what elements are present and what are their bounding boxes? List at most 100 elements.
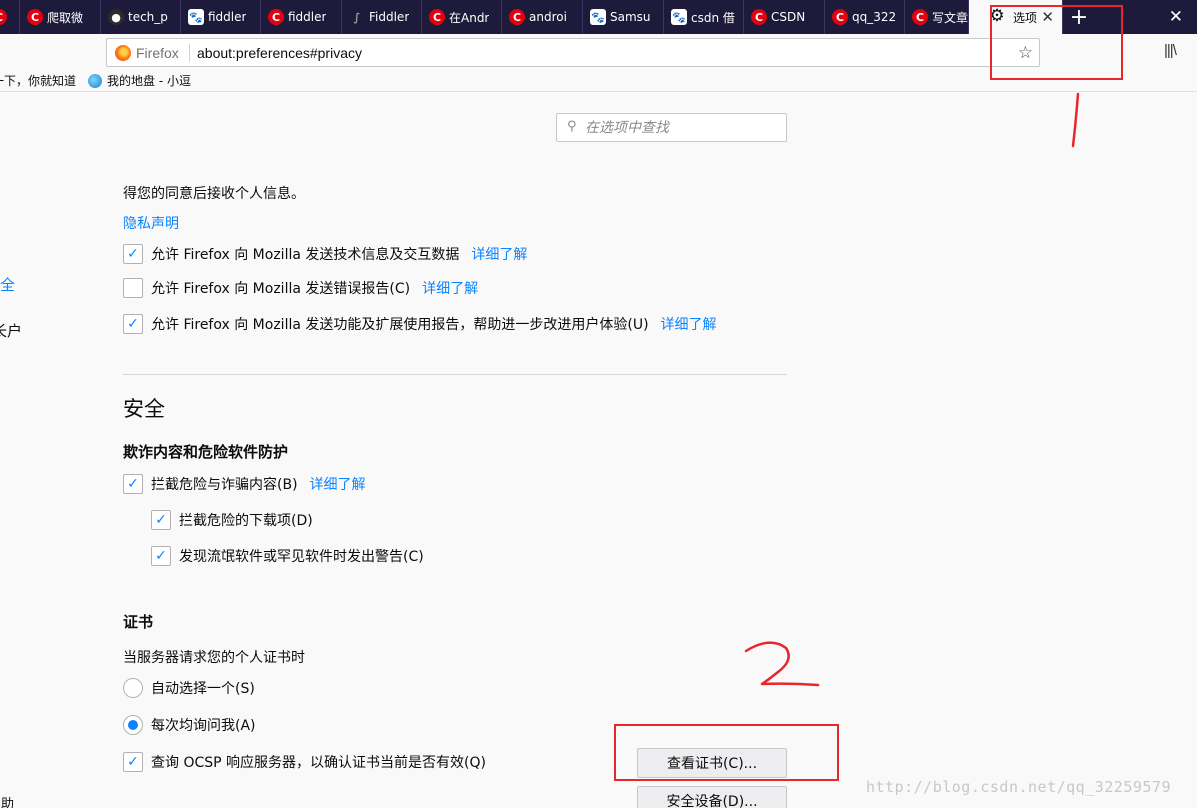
csdn-icon: C (751, 9, 767, 25)
sidebar-item-help[interactable]: 帮助 (0, 793, 14, 808)
annotation-box-1 (990, 5, 1123, 80)
tab-label: Fiddler (369, 10, 410, 24)
tab-label: fiddler (288, 10, 327, 24)
section-divider (123, 374, 787, 375)
url-bar[interactable]: Firefox about:preferences#privacy ☆ (106, 38, 1040, 67)
protection-heading: 欺诈内容和危险软件防护 (123, 443, 289, 461)
search-icon: ⚲ (567, 119, 577, 134)
tab-label: Samsu (610, 10, 651, 24)
baidu-paw-icon: 🐾 (671, 9, 687, 25)
browser-tab[interactable]: 🐾 fiddler (181, 0, 261, 34)
firefox-logo-icon (115, 45, 131, 61)
block-downloads-checkbox-row[interactable]: ✓ 拦截危险的下载项(D) (151, 510, 313, 530)
tab-label: tech_p (128, 10, 168, 24)
csdn-icon: C (509, 9, 525, 25)
tab-label: CSDN (771, 10, 806, 24)
radio-label: 每次均询问我(A) (151, 718, 256, 734)
tab-label: 在Andr (449, 10, 490, 25)
learn-more-link[interactable]: 详细了解 (471, 244, 527, 264)
bookmark-label: 我的地盘 - 小逗 (107, 74, 191, 88)
certificates-heading: 证书 (123, 613, 154, 631)
search-field[interactable]: ⚲ (556, 113, 787, 142)
browser-tab[interactable]: C fiddler (261, 0, 342, 34)
fiddler-icon: ∫ (353, 10, 361, 24)
ocsp-checkbox-row[interactable]: ✓ 查询 OCSP 响应服务器，以确认证书当前是否有效(Q) (123, 752, 486, 772)
csdn-icon: C (27, 9, 43, 25)
privacy-notice-link[interactable]: 隐私声明 (123, 213, 179, 233)
certificate-request-text: 当服务器请求您的个人证书时 (123, 650, 305, 666)
tab-label: csdn 借 (691, 10, 735, 25)
checkbox-label: 允许 Firefox 向 Mozilla 发送技术信息及交互数据 (151, 247, 460, 263)
browser-tab[interactable]: C (0, 0, 20, 34)
checkbox-checked[interactable]: ✓ (123, 314, 143, 334)
tab-label: 写文章 (932, 10, 968, 25)
checkbox-label: 允许 Firefox 向 Mozilla 发送错误报告(C) (151, 281, 411, 297)
sidebar-item-account[interactable]: 长户 (0, 320, 22, 341)
checkbox-checked[interactable]: ✓ (151, 546, 171, 566)
auto-select-radio-row[interactable]: 自动选择一个(S) (123, 678, 255, 698)
globe-icon (88, 73, 103, 88)
checkbox-unchecked[interactable] (123, 278, 143, 298)
radio-selected[interactable] (123, 715, 143, 735)
browser-tab[interactable]: C 爬取微 (20, 0, 101, 34)
browser-tab[interactable]: C 在Andr (422, 0, 502, 34)
github-icon: ● (108, 9, 124, 25)
learn-more-link[interactable]: 详细了解 (661, 314, 717, 334)
identity-label: Firefox (136, 45, 179, 61)
baidu-paw-icon: 🐾 (188, 9, 204, 25)
url-text[interactable]: about:preferences#privacy (197, 45, 362, 61)
checkbox-label: 查询 OCSP 响应服务器，以确认证书当前是否有效(Q) (151, 755, 486, 771)
security-heading: 安全 (123, 397, 165, 421)
library-icon[interactable]: |||\ (1164, 42, 1177, 59)
baidu-paw-icon: 🐾 (590, 9, 606, 25)
browser-tab[interactable]: C CSDN (744, 0, 825, 34)
tab-label: androi (529, 10, 567, 24)
tab-label: fiddler (208, 10, 247, 24)
browser-tab[interactable]: C androi (502, 0, 583, 34)
browser-tab[interactable]: 🐾 Samsu (583, 0, 664, 34)
csdn-icon: C (268, 9, 284, 25)
bookmark-label: 一下，你就知道 (0, 74, 77, 88)
radio-unselected[interactable] (123, 678, 143, 698)
csdn-icon: C (912, 9, 928, 25)
browser-tab[interactable]: ∫ Fiddler (342, 0, 422, 34)
crash-report-checkbox-row[interactable]: 允许 Firefox 向 Mozilla 发送错误报告(C) 详细了解 (123, 278, 478, 298)
checkbox-label: 拦截危险的下载项(D) (179, 513, 313, 529)
block-dangerous-checkbox-row[interactable]: ✓ 拦截危险与诈骗内容(B) 详细了解 (123, 474, 366, 494)
csdn-icon: C (429, 9, 445, 25)
identity-box[interactable]: Firefox (115, 45, 179, 61)
security-devices-button[interactable]: 安全设备(D)... (637, 786, 787, 808)
identity-separator (189, 44, 190, 62)
checkbox-checked[interactable]: ✓ (151, 510, 171, 530)
tab-label: qq_322 (852, 10, 897, 24)
browser-tab[interactable]: C 写文章 (905, 0, 969, 34)
search-input[interactable] (585, 118, 780, 138)
radio-dot (128, 720, 138, 730)
browser-tab[interactable]: C qq_322 (825, 0, 905, 34)
checkbox-label: 发现流氓软件或罕见软件时发出警告(C) (179, 549, 424, 565)
bookmark-item[interactable]: 我的地盘 - 小逗 (88, 72, 191, 89)
csdn-icon: C (832, 9, 848, 25)
checkbox-label: 允许 Firefox 向 Mozilla 发送功能及扩展使用报告，帮助进一步改进… (151, 317, 649, 333)
checkbox-checked[interactable]: ✓ (123, 474, 143, 494)
window-close-button[interactable]: ✕ (1169, 7, 1183, 27)
tab-label: 爬取微 (47, 10, 84, 25)
checkbox-checked[interactable]: ✓ (123, 244, 143, 264)
learn-more-link[interactable]: 详细了解 (310, 474, 366, 494)
learn-more-link[interactable]: 详细了解 (422, 278, 478, 298)
telemetry-checkbox-row[interactable]: ✓ 允许 Firefox 向 Mozilla 发送技术信息及交互数据 详细了解 (123, 244, 527, 264)
ask-every-time-radio-row[interactable]: 每次均询问我(A) (123, 715, 256, 735)
bookmark-item[interactable]: 一下，你就知道 (0, 72, 76, 89)
preferences-content: 全 长户 帮助 ⚲ 得您的同意后接收个人信息。 隐私声明 ✓ 允许 Firefo… (0, 93, 1197, 808)
radio-label: 自动选择一个(S) (151, 681, 255, 697)
browser-tab[interactable]: 🐾 csdn 借 (664, 0, 744, 34)
annotation-box-2 (614, 724, 839, 781)
watermark: http://blog.csdn.net/qq_32259579 (866, 778, 1171, 796)
consent-text: 得您的同意后接收个人信息。 (123, 186, 305, 202)
browser-tab[interactable]: ● tech_p (101, 0, 181, 34)
usage-report-checkbox-row[interactable]: ✓ 允许 Firefox 向 Mozilla 发送功能及扩展使用报告，帮助进一步… (123, 314, 717, 334)
checkbox-checked[interactable]: ✓ (123, 752, 143, 772)
warn-unwanted-checkbox-row[interactable]: ✓ 发现流氓软件或罕见软件时发出警告(C) (151, 546, 424, 566)
sidebar-item-security[interactable]: 全 (0, 274, 15, 295)
csdn-icon: C (0, 9, 7, 25)
